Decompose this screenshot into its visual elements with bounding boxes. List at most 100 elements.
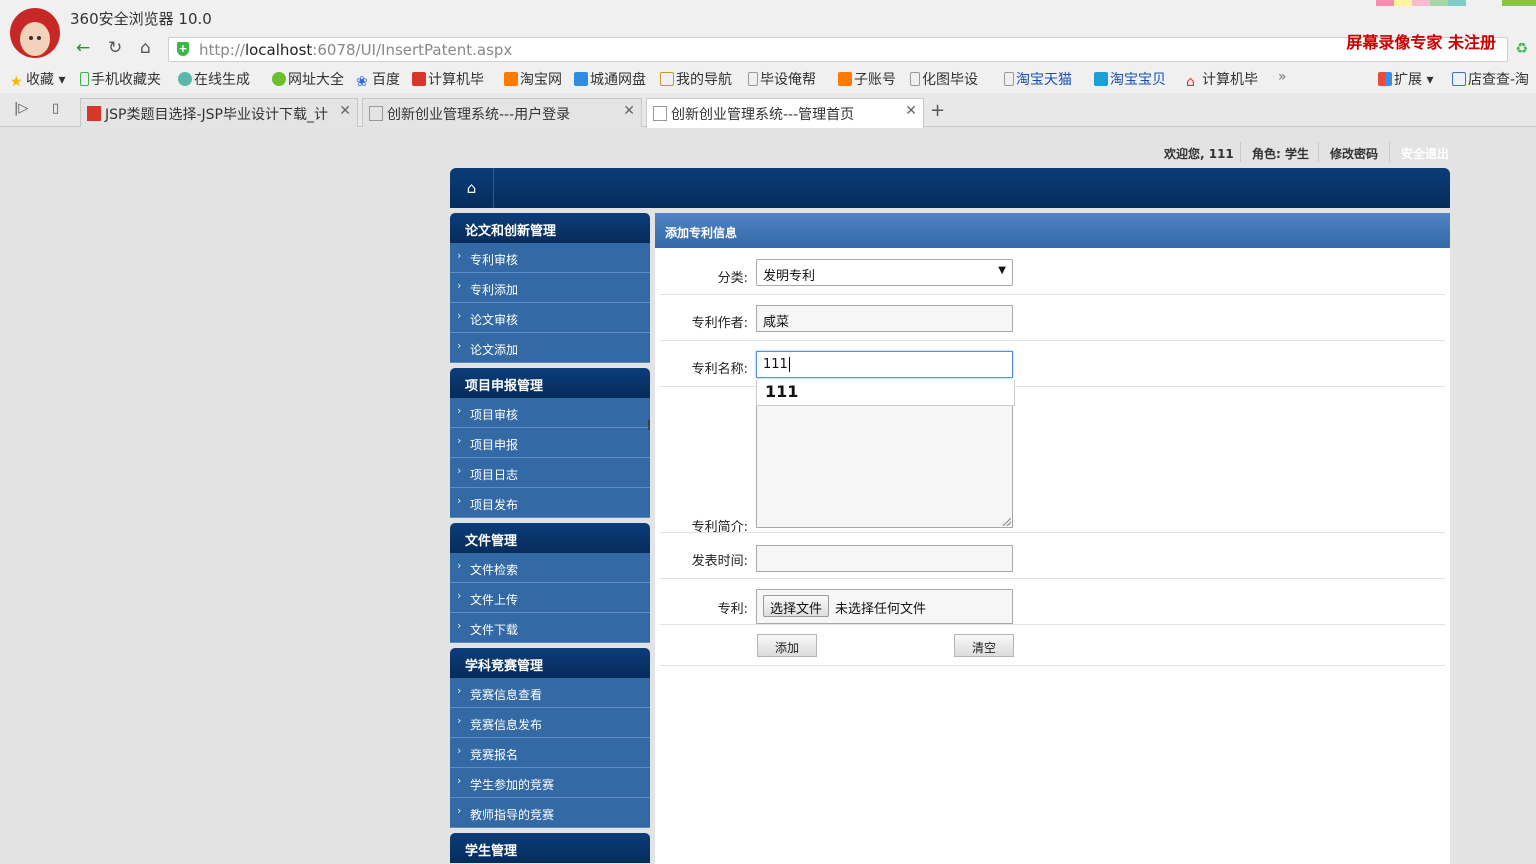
sidebar-item-contest-publish[interactable]: › 竞赛信息发布 <box>450 708 650 738</box>
sidebar-item-project-review[interactable]: › 项目审核 <box>450 398 650 428</box>
sidebar-item-contest-view[interactable]: › 竞赛信息查看 <box>450 678 650 708</box>
bookmark-taobao[interactable]: 淘宝网 <box>504 69 562 89</box>
home-icon[interactable]: ⌂ <box>140 38 151 58</box>
gear-icon <box>178 72 192 86</box>
chevron-right-icon: › <box>457 309 462 322</box>
bookmark-online[interactable]: 在线生成 <box>178 69 250 89</box>
choose-file-button[interactable]: 选择文件 <box>763 595 830 617</box>
intro-textarea[interactable] <box>756 400 1013 528</box>
sidebar-toggle-icon[interactable]: |▷ <box>14 101 28 116</box>
tab-bar: |▷ ▯ JSP类题目选择-JSP毕业设计下载_计 ✕ 创新创业管理系统---用… <box>0 93 1536 128</box>
resize-grip-icon[interactable] <box>1003 518 1011 526</box>
form-panel: 添加专利信息 分类: 发明专利 ▼ 专利作者: 咸菜 专利名称: 111 专利简… <box>655 213 1450 864</box>
close-icon[interactable]: ✕ <box>339 103 351 119</box>
taobao-icon <box>838 72 852 86</box>
publish-label: 发表时间: <box>691 554 748 569</box>
dropdown-arrow-icon: ▼ <box>998 265 1006 276</box>
chevron-right-icon: › <box>457 619 462 632</box>
browser-titlebar: 360安全浏览器 10.0 <box>0 0 1536 35</box>
clear-button[interactable]: 清空 <box>954 634 1014 657</box>
refresh-green-icon[interactable]: ♻ <box>1515 41 1528 57</box>
folder-icon <box>660 72 674 86</box>
category-label: 分类: <box>717 271 748 286</box>
star-icon: ★ <box>10 74 23 90</box>
sidebar-item-contest-signup[interactable]: › 竞赛报名 <box>450 738 650 768</box>
sidebar-item-contest-teacher[interactable]: › 教师指导的竞赛 <box>450 798 650 828</box>
publish-date-input[interactable] <box>756 545 1013 572</box>
user-avatar-icon[interactable] <box>10 8 60 58</box>
sidebar-item-file-search[interactable]: › 文件检索 <box>450 553 650 583</box>
bookmark-dianchacha[interactable]: 店查查-淘 <box>1452 69 1529 89</box>
bookmark-hao[interactable]: 网址大全 <box>272 69 344 89</box>
extensions-menu[interactable]: 扩展 ▾ <box>1378 69 1433 89</box>
chevron-right-icon: › <box>457 804 462 817</box>
bookmark-subaccount[interactable]: 子账号 <box>838 69 896 89</box>
author-input[interactable]: 咸菜 <box>756 305 1013 332</box>
bookmark-baidu[interactable]: ❀ 百度 <box>356 69 400 90</box>
chevron-right-icon: › <box>457 744 462 757</box>
new-tab-plus-icon[interactable]: + <box>930 100 945 121</box>
sidebar: 论文和创新管理 › 专利审核 › 专利添加 › 论文审核 › 论文添加 项目申报管理 ›… <box>450 213 650 863</box>
sidebar-item-project-apply[interactable]: › 项目申报 <box>450 428 650 458</box>
close-icon[interactable]: ✕ <box>905 103 917 119</box>
sidebar-item-file-download[interactable]: › 文件下载 <box>450 613 650 643</box>
tab-admin-home[interactable]: 创新创业管理系统---管理首页 ✕ <box>646 98 924 128</box>
file-input: 选择文件 未选择任何文件 <box>756 589 1013 624</box>
back-arrow-icon[interactable]: ← <box>76 38 90 58</box>
name-input[interactable]: 111 <box>756 351 1013 378</box>
sidebar-item-patent-review[interactable]: › 专利审核 <box>450 243 650 273</box>
add-button[interactable]: 添加 <box>757 634 817 657</box>
url-input[interactable]: + http://localhost:6078/UI/InsertPatent.… <box>168 37 1508 62</box>
logout-link[interactable]: 安全退出 <box>1401 145 1449 162</box>
sidebar-item-paper-review[interactable]: › 论文审核 <box>450 303 650 333</box>
change-password-link[interactable]: 修改密码 <box>1330 145 1378 162</box>
bi-icon <box>412 72 426 86</box>
sidebar-group-title[interactable]: 学科竞赛管理 <box>450 648 650 678</box>
bookmark-mynav[interactable]: 我的导航 <box>660 69 732 89</box>
tab-list-icon[interactable]: ▯ <box>52 101 59 116</box>
text-cursor-icon: I <box>647 418 652 434</box>
sidebar-group-title[interactable]: 项目申报管理 <box>450 368 650 398</box>
bookmark-ctdisk[interactable]: 城通网盘 <box>574 69 646 89</box>
tab-login[interactable]: 创新创业管理系统---用户登录 ✕ <box>362 98 642 127</box>
category-select[interactable]: 发明专利 ▼ <box>756 259 1013 286</box>
bookmarks-more[interactable]: » <box>1278 69 1287 85</box>
bookmark-favorites[interactable]: ★ 收藏 ▾ <box>10 69 65 90</box>
sidebar-group-title[interactable]: 论文和创新管理 <box>450 213 650 243</box>
bookmark-jsj2[interactable]: ⌂ 计算机毕 <box>1186 69 1258 90</box>
page-icon <box>910 72 920 86</box>
name-label: 专利名称: <box>691 362 748 377</box>
sidebar-item-file-upload[interactable]: › 文件上传 <box>450 583 650 613</box>
bookmark-mobile[interactable]: 手机收藏夹 <box>80 69 161 89</box>
store-icon: ⌂ <box>1186 74 1195 90</box>
sidebar-item-patent-add[interactable]: › 专利添加 <box>450 273 650 303</box>
bookmark-jsj1[interactable]: 计算机毕 <box>412 69 484 89</box>
bookmarks-bar: ★ 收藏 ▾ 手机收藏夹 在线生成 网址大全 ❀ 百度 计算机毕 淘宝网 城通网盘 … <box>0 65 1536 93</box>
form-row-file: 专利: 选择文件 未选择任何文件 <box>660 579 1445 625</box>
sidebar-item-contest-student[interactable]: › 学生参加的竞赛 <box>450 768 650 798</box>
bi-icon <box>87 106 101 121</box>
sidebar-group-title[interactable]: 文件管理 <box>450 523 650 553</box>
bookmark-bishe[interactable]: 毕设俺帮 <box>748 69 816 89</box>
taobao-icon <box>504 72 518 86</box>
file-label: 专利: <box>717 602 748 617</box>
chevron-right-icon: › <box>457 279 462 292</box>
sidebar-group-title[interactable]: 学生管理 <box>450 833 650 863</box>
tab-jsp[interactable]: JSP类题目选择-JSP毕业设计下载_计 ✕ <box>80 98 358 127</box>
role-text: 角色: 学生 <box>1252 147 1309 161</box>
sidebar-item-paper-add[interactable]: › 论文添加 <box>450 333 650 363</box>
bookmark-tbbaobei[interactable]: 淘宝宝贝 <box>1094 69 1166 89</box>
shop-icon <box>1094 72 1108 86</box>
autocomplete-suggestion[interactable]: 111 <box>756 380 1015 406</box>
chevron-right-icon: › <box>457 339 462 352</box>
home-icon[interactable]: ⌂ <box>450 168 494 208</box>
form-row-author: 专利作者: 咸菜 <box>660 295 1445 341</box>
close-icon[interactable]: ✕ <box>623 103 635 119</box>
author-label: 专利作者: <box>691 316 748 331</box>
skin-swatch-green <box>1502 0 1536 6</box>
bookmark-tmall[interactable]: 淘宝天猫 <box>1004 69 1072 89</box>
sidebar-item-project-log[interactable]: › 项目日志 <box>450 458 650 488</box>
sidebar-item-project-publish[interactable]: › 项目发布 <box>450 488 650 518</box>
reload-icon[interactable]: ↻ <box>108 38 122 58</box>
bookmark-huatu[interactable]: 化图毕设 <box>910 69 978 89</box>
